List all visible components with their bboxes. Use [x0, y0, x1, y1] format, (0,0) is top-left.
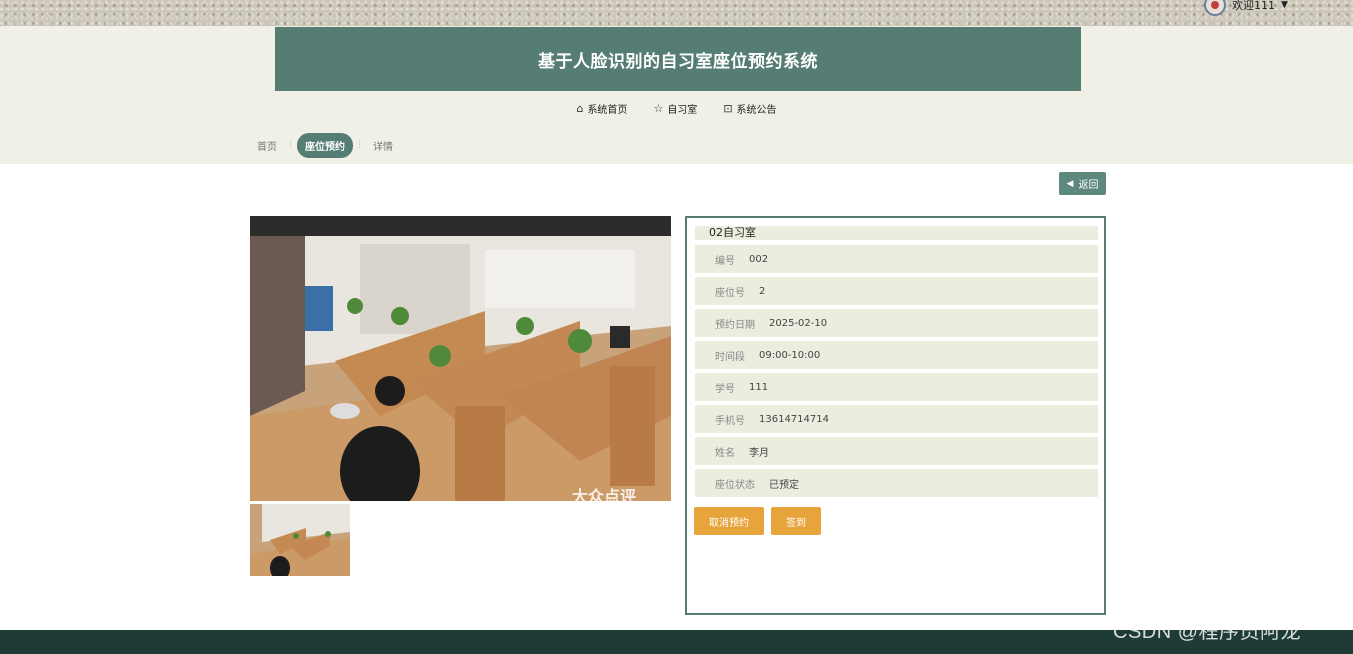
detail-row-reservation-date: 预约日期 2025-02-10 — [695, 309, 1098, 337]
detail-row-student-id: 学号 111 — [695, 373, 1098, 401]
detail-label: 预约日期 — [715, 319, 755, 331]
study-room-name: 02自习室 — [695, 226, 1098, 240]
detail-label: 座位状态 — [715, 479, 755, 491]
detail-label: 手机号 — [715, 415, 745, 427]
breadcrumb: 首页 ⋮ 座位预约 ⋮ 详情 — [250, 132, 400, 158]
breadcrumb-separator: ⋮ — [355, 140, 364, 150]
detail-row-seat-status: 座位状态 已预定 — [695, 469, 1098, 497]
detail-value: 09:00-10:00 — [759, 349, 821, 361]
breadcrumb-separator: ⋮ — [286, 140, 295, 150]
detail-row-phone: 手机号 13614714714 — [695, 405, 1098, 433]
detail-value: 李月 — [749, 447, 769, 459]
cancel-reservation-button[interactable]: 取消预约 — [694, 507, 764, 535]
site-title: 基于人脸识别的自习室座位预约系统 — [538, 51, 818, 72]
detail-value: 002 — [749, 253, 769, 265]
breadcrumb-detail: 详情 — [373, 141, 393, 153]
nav-item-study-room[interactable]: ☆ 自习室 — [653, 98, 697, 118]
detail-row-time-slot: 时间段 09:00-10:00 — [695, 341, 1098, 369]
detail-row-number: 编号 002 — [695, 245, 1098, 273]
study-room-thumbnail[interactable] — [250, 504, 350, 576]
avatar[interactable] — [1204, 0, 1226, 16]
nav-item-announcements[interactable]: ⊡ 系统公告 — [723, 98, 776, 118]
detail-label: 编号 — [715, 255, 735, 267]
detail-value: 13614714714 — [759, 413, 829, 425]
detail-value: 已预定 — [769, 479, 799, 491]
thumbnail-image — [250, 504, 350, 576]
nav-item-label: 自习室 — [667, 104, 698, 116]
study-room-photo-image — [250, 216, 671, 501]
breadcrumb-seat-booking[interactable]: 座位预约 — [297, 132, 353, 158]
detail-label: 学号 — [715, 383, 735, 395]
nav-item-home[interactable]: ⌂ 系统首页 — [576, 98, 627, 118]
detail-label: 时间段 — [715, 351, 745, 363]
nav-item-label: 系统公告 — [736, 104, 777, 116]
user-menu[interactable]: 欢迎111 ▼ — [1204, 0, 1288, 16]
top-texture-strip — [0, 0, 1353, 26]
reservation-detail-panel: 02自习室 编号 002 座位号 2 预约日期 2025-02-10 时间段 0… — [685, 216, 1106, 615]
check-in-button[interactable]: 签到 — [771, 507, 821, 535]
study-room-photo: 大众点评 — [250, 216, 671, 501]
detail-label: 座位号 — [715, 287, 745, 299]
photo-watermark: 大众点评 — [572, 487, 637, 501]
caret-left-icon: ◀ — [1066, 178, 1074, 189]
detail-value: 111 — [749, 381, 769, 393]
welcome-text: 欢迎111 — [1232, 0, 1275, 12]
breadcrumb-home[interactable]: 首页 — [250, 138, 284, 153]
star-icon: ☆ — [653, 101, 664, 115]
back-button[interactable]: ◀ 返回 — [1059, 172, 1106, 195]
detail-row-seat-number: 座位号 2 — [695, 277, 1098, 305]
bag-icon: ⊡ — [723, 101, 733, 115]
back-button-label: 返回 — [1078, 180, 1099, 191]
chevron-down-icon[interactable]: ▼ — [1281, 0, 1288, 10]
nav-item-label: 系统首页 — [587, 104, 628, 116]
csdn-watermark: CSDN @程序员阿龙 — [1113, 621, 1302, 643]
detail-value: 2025-02-10 — [769, 317, 828, 329]
detail-label: 姓名 — [715, 447, 735, 459]
detail-row-name: 姓名 李月 — [695, 437, 1098, 465]
site-title-bar: 基于人脸识别的自习室座位预约系统 — [275, 27, 1081, 91]
detail-value: 2 — [759, 285, 766, 297]
main-nav: ⌂ 系统首页 ☆ 自习室 ⊡ 系统公告 — [0, 98, 1353, 118]
home-icon: ⌂ — [576, 101, 584, 115]
